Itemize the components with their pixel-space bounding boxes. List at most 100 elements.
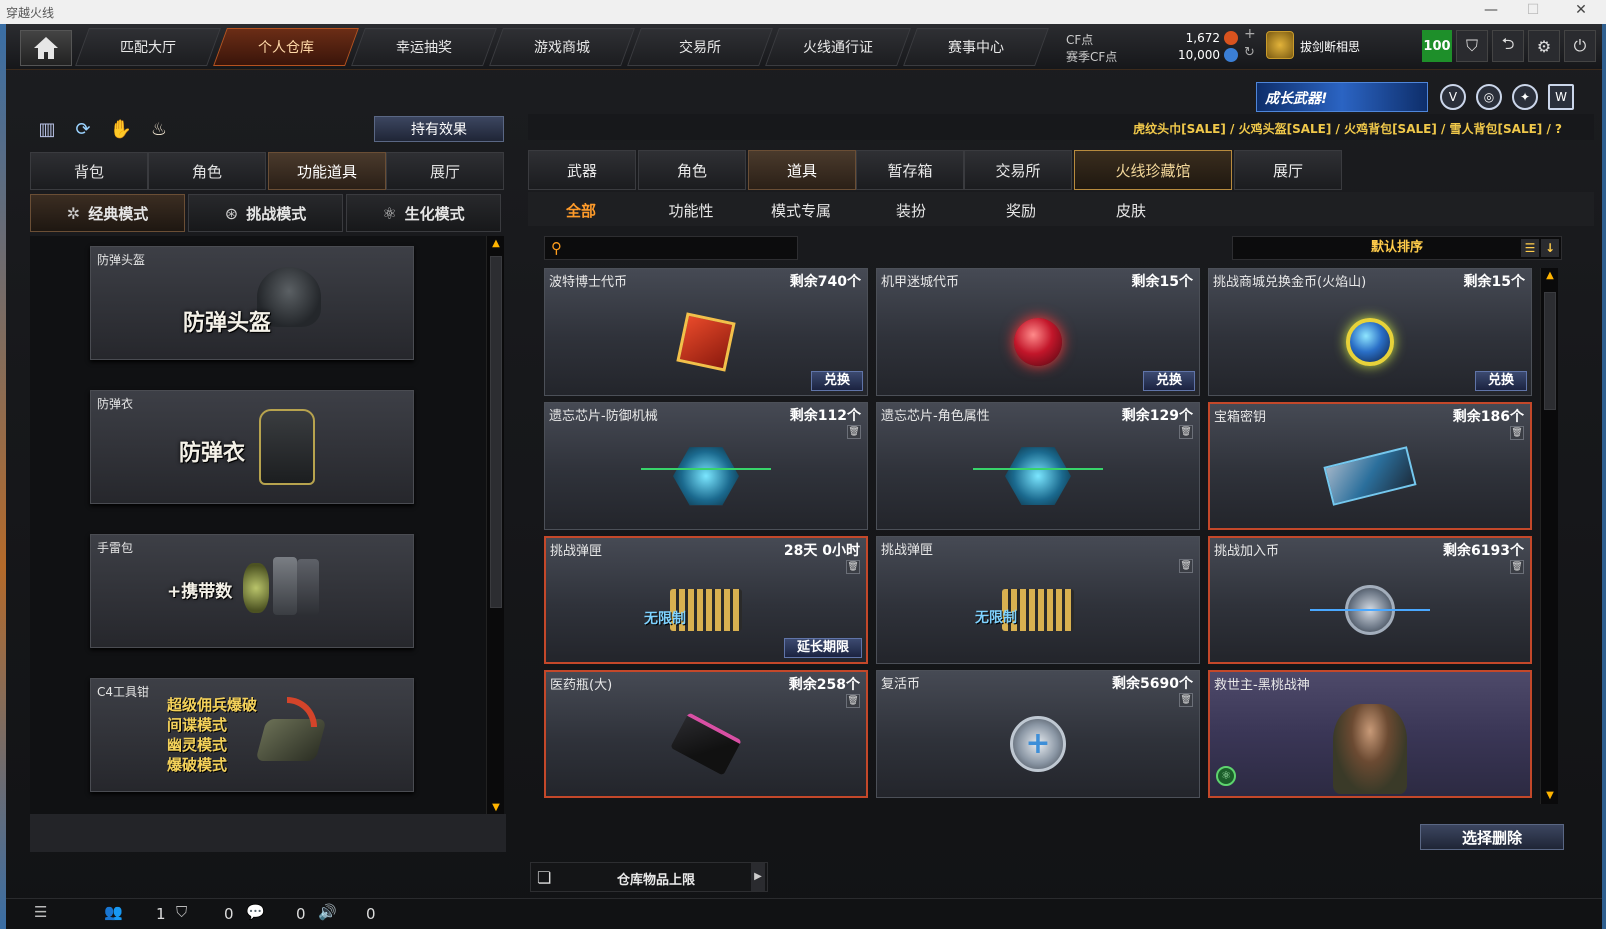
tab-roles[interactable]: 角色 [638,150,746,190]
minimize-icon[interactable]: — [1476,2,1506,18]
gear-icon[interactable]: ⚙ [1528,30,1560,62]
tab-collection-museum[interactable]: 火线珍藏馆 [1074,150,1232,190]
trash-icon[interactable]: 🗑 [1179,693,1193,707]
sort-dropdown[interactable]: 默认排序 ☰ ↓ [1232,236,1562,260]
filter-all[interactable]: 全部 [526,200,636,221]
globe-icon[interactable]: ◎ [1476,84,1502,110]
tools-icon[interactable]: ✦ [1512,84,1538,110]
tab-storage-box[interactable]: 暂存箱 [856,150,964,190]
return-icon[interactable]: ⮌ [1492,30,1524,62]
tab-exchange[interactable]: 交易所 [627,28,773,66]
tab-functional-items[interactable]: 功能道具 [268,152,386,190]
tab-lucky-draw[interactable]: 幸运抽奖 [351,28,497,66]
exchange-button[interactable]: 兑换 [1142,371,1195,391]
tab-hall[interactable]: 展厅 [1234,150,1342,190]
filter-functional[interactable]: 功能性 [636,200,746,221]
window-title: 穿越火线 [6,6,55,20]
trash-icon[interactable]: 🗑 [1179,559,1193,573]
item-card[interactable]: 波特博士代币 剩余740个 兑换 [544,268,868,396]
item-card[interactable]: 医药瓶(大) 剩余258个 🗑 [544,670,868,798]
chip-icon [673,447,739,506]
sale-ticker[interactable]: 虎纹头巾[SALE] / 火鸡头盔[SALE] / 火鸡背包[SALE] / 雪… [528,114,1594,140]
maximize-icon[interactable]: ☐ [1518,2,1548,18]
mode-biochem[interactable]: ⚛ 生化模式 [346,194,501,232]
shield-icon[interactable]: ⛉ [1456,30,1488,62]
scroll-down-icon[interactable]: ▼ [1544,790,1556,802]
tab-trade[interactable]: 交易所 [964,150,1072,190]
home-button[interactable] [20,30,72,66]
clan-shield-icon[interactable]: ⛉ [176,903,187,921]
ranking-icon[interactable]: ▥ [34,116,60,142]
promo-banner[interactable]: 成长武器! [1256,82,1428,112]
scroll-down-icon[interactable]: ▼ [490,802,502,814]
filter-dress-up[interactable]: 装扮 [856,200,966,221]
v-badge-icon[interactable]: V [1440,84,1466,110]
item-card[interactable]: 机甲迷城代币 剩余15个 兑换 [876,268,1200,396]
left-list-scrollbar[interactable]: ▲ ▼ [486,236,504,816]
cf-label: CF点 [1066,33,1094,47]
item-card[interactable]: 救世主-黑桃战神 ⚛ [1208,670,1532,798]
tab-event-center[interactable]: 赛事中心 [903,28,1049,66]
item-card[interactable]: 复活币 剩余5690个 🗑 + [876,670,1200,798]
filter-skins[interactable]: 皮肤 [1076,200,1186,221]
storage-limit-bar[interactable]: ❏ 仓库物品上限 ▶ [530,862,768,892]
extend-duration-button[interactable]: 延长期限 [783,638,862,658]
list-view-icon[interactable]: ☰ [1521,239,1539,257]
trash-icon[interactable]: 🗑 [1510,560,1524,574]
tab-game-shop[interactable]: 游戏商城 [489,28,635,66]
scroll-up-icon[interactable]: ▲ [490,238,502,250]
select-delete-button[interactable]: 选择删除 [1420,824,1564,850]
bag-icon[interactable]: ♨ [146,116,172,142]
trash-icon[interactable]: 🗑 [846,694,860,708]
item-card[interactable]: 挑战弹匣 28天 0小时 🗑 无限制 延长期限 [544,536,868,664]
item-card[interactable]: 挑战弹匣 🗑 无限制 [876,536,1200,664]
item-card[interactable]: 宝箱密钥 剩余186个 🗑 [1208,402,1532,530]
mode-classic[interactable]: ✲ 经典模式 [30,194,185,232]
scroll-up-icon[interactable]: ▲ [1544,270,1556,282]
trash-icon[interactable]: 🗑 [846,560,860,574]
trash-icon[interactable]: 🗑 [1510,426,1524,440]
w-logo-icon[interactable]: W [1548,84,1574,110]
tab-match-lobby[interactable]: 匹配大厅 [75,28,221,66]
chat-icon[interactable]: 💬 [246,903,265,921]
item-card[interactable]: 挑战加入币 剩余6193个 🗑 [1208,536,1532,664]
speaker-icon[interactable]: 🔊 [318,903,337,921]
item-card-helmet[interactable]: 防弹头盔 防弹头盔 [90,246,414,360]
sort-desc-icon[interactable]: ↓ [1541,239,1559,257]
power-icon[interactable]: ⏻ [1564,30,1596,62]
item-card[interactable]: 遗忘芯片-角色属性 剩余129个 🗑 [876,402,1200,530]
item-card[interactable]: 挑战商城兑换金币(火焰山) 剩余15个 兑换 [1208,268,1532,396]
search-input[interactable]: ⚲ [544,236,798,260]
hand-icon[interactable]: ✋ [108,116,134,142]
item-card[interactable]: 遗忘芯片-防御机械 剩余112个 🗑 [544,402,868,530]
filter-mode-exclusive[interactable]: 模式专属 [746,200,856,221]
username[interactable]: 拔剑断相思 [1300,38,1360,55]
tab-weapons[interactable]: 武器 [528,150,636,190]
item-grid-scrollbar[interactable]: ▲ ▼ [1540,268,1558,804]
item-card-c4-pliers[interactable]: C4工具钳 超级佣兵爆破 间谍模式 幽灵模式 爆破模式 [90,678,414,792]
scroll-thumb[interactable] [490,256,502,608]
exchange-button[interactable]: 兑换 [1474,371,1527,391]
trash-icon[interactable]: 🗑 [847,425,861,439]
recycle-icon[interactable]: ⟳ [70,116,96,142]
expand-arrow-icon[interactable]: ▶ [751,863,765,891]
tab-battle-pass[interactable]: 火线通行证 [765,28,911,66]
item-card-vest[interactable]: 防弹衣 防弹衣 [90,390,414,504]
add-cf-icon[interactable]: + [1244,26,1256,42]
tab-items[interactable]: 道具 [748,150,856,190]
item-card-grenade-pack[interactable]: 手雷包 +携带数 [90,534,414,648]
mode-challenge[interactable]: ⊛ 挑战模式 [188,194,343,232]
friends-icon[interactable]: 👥 [104,903,123,921]
hold-effect-button[interactable]: 持有效果 [374,116,504,142]
exchange-button[interactable]: 兑换 [810,371,863,391]
tab-personal-warehouse[interactable]: 个人仓库 [213,28,359,66]
refresh-icon[interactable]: ↻ [1244,45,1255,60]
filter-rewards[interactable]: 奖励 [966,200,1076,221]
tab-showroom[interactable]: 展厅 [386,152,504,190]
menu-list-icon[interactable]: ☰ [34,903,47,921]
close-icon[interactable]: ✕ [1566,2,1596,18]
scroll-thumb[interactable] [1544,292,1556,410]
trash-icon[interactable]: 🗑 [1179,425,1193,439]
tab-backpack[interactable]: 背包 [30,152,148,190]
tab-character[interactable]: 角色 [148,152,266,190]
